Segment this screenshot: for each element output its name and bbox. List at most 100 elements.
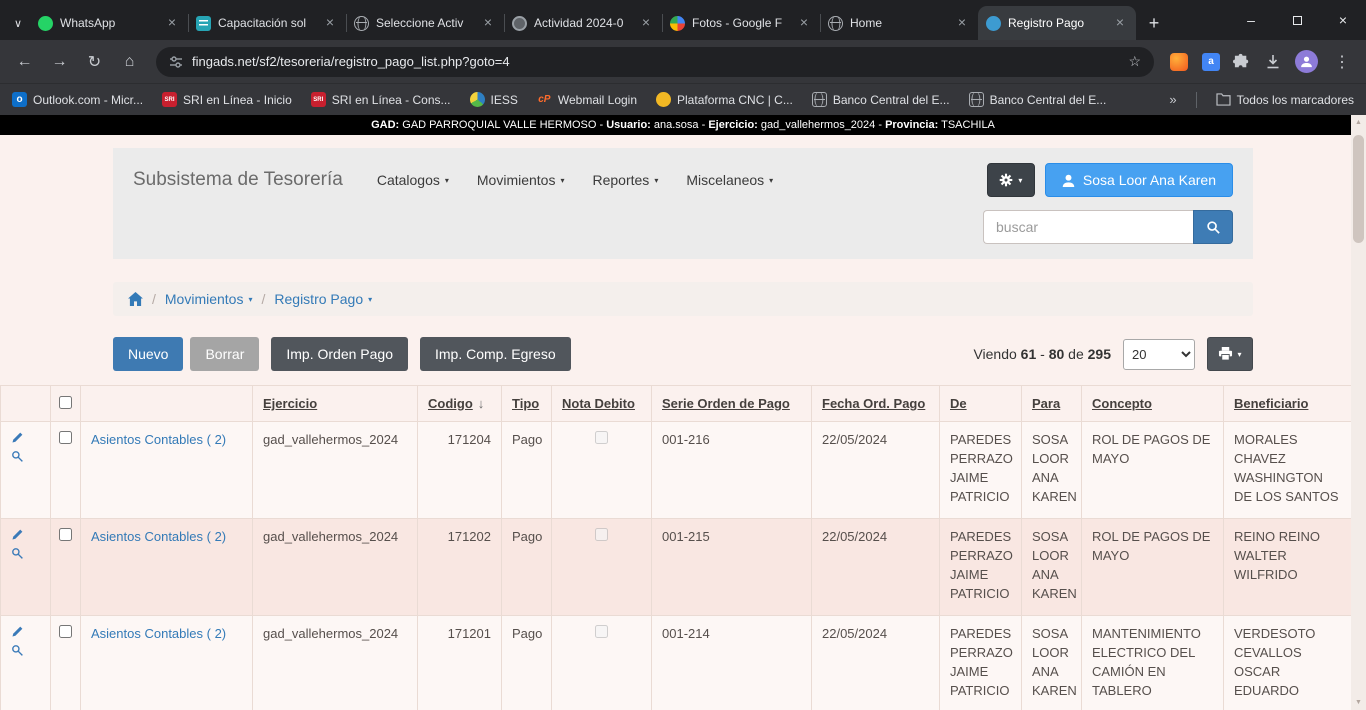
header-fecha[interactable]: Fecha Ord. Pago xyxy=(812,386,940,422)
breadcrumb-registro-pago[interactable]: Registro Pago▾ xyxy=(274,291,372,307)
user-button[interactable]: Sosa Loor Ana Karen xyxy=(1045,163,1233,197)
asientos-contables-link[interactable]: Asientos Contables ( 2) xyxy=(91,529,226,544)
nuevo-button[interactable]: Nuevo xyxy=(113,337,183,371)
bookmark-label: Outlook.com - Micr... xyxy=(33,93,143,107)
bookmark-outlook[interactable]: o Outlook.com - Micr... xyxy=(12,92,143,107)
bookmark-star-icon[interactable]: ☆ xyxy=(1128,53,1141,70)
search-button[interactable] xyxy=(1193,210,1233,244)
downloads-icon[interactable] xyxy=(1264,53,1282,71)
tab-close-icon[interactable]: × xyxy=(954,15,970,31)
tab-search-chevron-icon[interactable]: ∨ xyxy=(6,6,30,40)
edit-icon[interactable] xyxy=(11,528,24,547)
bookmark-sri-inicio[interactable]: SRI SRI en Línea - Inicio xyxy=(162,92,292,107)
chevron-down-icon: ▾ xyxy=(248,295,252,304)
list-favicon xyxy=(196,16,211,31)
cell-codigo: 171201 xyxy=(418,616,502,710)
scroll-down-icon[interactable]: ▼ xyxy=(1351,695,1366,710)
all-bookmarks-button[interactable]: Todos los marcadores xyxy=(1216,93,1354,107)
tab-registro-pago[interactable]: Registro Pago × xyxy=(978,6,1136,40)
bookmark-sri-consultas[interactable]: SRI SRI en Línea - Cons... xyxy=(311,92,451,107)
header-ejercicio[interactable]: Ejercicio xyxy=(253,386,418,422)
window-maximize-button[interactable] xyxy=(1274,0,1320,40)
tab-close-icon[interactable]: × xyxy=(164,15,180,31)
extensions-puzzle-icon[interactable] xyxy=(1233,52,1252,71)
header-serie[interactable]: Serie Orden de Pago xyxy=(652,386,812,422)
cell-ejercicio: gad_vallehermos_2024 xyxy=(253,519,418,616)
bookmarks-overflow-icon[interactable]: » xyxy=(1169,92,1176,107)
row-checkbox[interactable] xyxy=(59,528,72,541)
view-icon[interactable] xyxy=(11,547,24,566)
table-header-row: Ejercicio Codigo↓ Tipo Nota Debito Serie… xyxy=(1,386,1352,422)
asientos-contables-link[interactable]: Asientos Contables ( 2) xyxy=(91,432,226,447)
menu-reportes[interactable]: Reportes▾ xyxy=(593,172,659,188)
bookmark-iess[interactable]: IESS xyxy=(470,92,518,107)
tab-close-icon[interactable]: × xyxy=(638,15,654,31)
search-icon xyxy=(1206,220,1221,235)
imp-orden-pago-button[interactable]: Imp. Orden Pago xyxy=(271,337,408,371)
window-minimize-button[interactable]: – xyxy=(1228,0,1274,40)
edit-icon[interactable] xyxy=(11,625,24,644)
row-checkbox[interactable] xyxy=(59,431,72,444)
row-select-cell xyxy=(51,616,81,710)
header-para[interactable]: Para xyxy=(1022,386,1082,422)
tabs: WhatsApp × Capacitación sol × Seleccione… xyxy=(30,6,1168,40)
bookmark-label: Banco Central del E... xyxy=(990,93,1107,107)
menu-movimientos[interactable]: Movimientos▾ xyxy=(477,172,565,188)
scrollbar-thumb[interactable] xyxy=(1353,135,1364,243)
edit-icon[interactable] xyxy=(11,431,24,450)
search-input[interactable] xyxy=(983,210,1193,244)
tab-close-icon[interactable]: × xyxy=(796,15,812,31)
profile-avatar[interactable] xyxy=(1295,50,1318,73)
tab-fotos[interactable]: Fotos - Google F × xyxy=(662,6,820,40)
home-breadcrumb-icon[interactable] xyxy=(128,292,143,306)
page-scrollbar[interactable]: ▲ ▼ xyxy=(1351,115,1366,710)
bookmark-banco-central-1[interactable]: Banco Central del E... xyxy=(812,92,950,107)
bookmark-banco-central-2[interactable]: Banco Central del E... xyxy=(969,92,1107,107)
header-concepto[interactable]: Concepto xyxy=(1082,386,1224,422)
cell-beneficiario: REINO REINO WALTER WILFRIDO xyxy=(1224,519,1352,616)
header-nota-debito[interactable]: Nota Debito xyxy=(552,386,652,422)
header-de[interactable]: De xyxy=(940,386,1022,422)
tab-home[interactable]: Home × xyxy=(820,6,978,40)
header-beneficiario[interactable]: Beneficiario xyxy=(1224,386,1352,422)
cell-de: PAREDES PERRAZO JAIME PATRICIO xyxy=(940,422,1022,519)
tab-close-icon[interactable]: × xyxy=(480,15,496,31)
select-all-checkbox[interactable] xyxy=(59,396,72,409)
tab-close-icon[interactable]: × xyxy=(322,15,338,31)
bookmark-cnc[interactable]: Plataforma CNC | C... xyxy=(656,92,793,107)
print-button[interactable]: ▾ xyxy=(1207,337,1253,371)
new-tab-button[interactable]: + xyxy=(1140,9,1168,37)
breadcrumb-movimientos[interactable]: Movimientos▾ xyxy=(165,291,253,307)
row-checkbox[interactable] xyxy=(59,625,72,638)
site-settings-tune-icon[interactable] xyxy=(169,55,183,69)
header-tipo[interactable]: Tipo xyxy=(502,386,552,422)
translate-icon[interactable] xyxy=(1202,53,1220,71)
borrar-button[interactable]: Borrar xyxy=(190,337,259,371)
menu-catalogos[interactable]: Catalogos▾ xyxy=(377,172,449,188)
reload-button[interactable]: ↻ xyxy=(78,45,111,78)
extension-icon-orange[interactable] xyxy=(1170,53,1188,71)
forward-button[interactable]: → xyxy=(43,45,76,78)
window-close-button[interactable]: × xyxy=(1320,0,1366,40)
view-icon[interactable] xyxy=(11,450,24,469)
tab-whatsapp[interactable]: WhatsApp × xyxy=(30,6,188,40)
home-button[interactable]: ⌂ xyxy=(113,45,146,78)
scroll-up-icon[interactable]: ▲ xyxy=(1351,115,1366,130)
view-icon[interactable] xyxy=(11,644,24,663)
asientos-contables-link[interactable]: Asientos Contables ( 2) xyxy=(91,626,226,641)
menu-miscelaneos[interactable]: Miscelaneos▾ xyxy=(686,172,773,188)
browser-menu-icon[interactable]: ⋮ xyxy=(1326,52,1358,72)
address-bar[interactable]: fingads.net/sf2/tesoreria/registro_pago_… xyxy=(156,47,1154,77)
header-codigo[interactable]: Codigo↓ xyxy=(418,386,502,422)
settings-gear-button[interactable]: ▾ xyxy=(987,163,1035,197)
imp-comp-egreso-button[interactable]: Imp. Comp. Egreso xyxy=(420,337,571,371)
back-button[interactable]: ← xyxy=(8,45,41,78)
bookmark-webmail[interactable]: cP Webmail Login xyxy=(537,92,637,107)
all-bookmarks-label: Todos los marcadores xyxy=(1237,93,1354,107)
tab-actividad[interactable]: Actividad 2024-0 × xyxy=(504,6,662,40)
tab-capacitacion[interactable]: Capacitación sol × xyxy=(188,6,346,40)
page-size-select[interactable]: 20 xyxy=(1123,339,1195,370)
cell-concepto: MANTENIMIENTO ELECTRICO DEL CAMIÓN EN TA… xyxy=(1082,616,1224,710)
tab-close-icon[interactable]: × xyxy=(1112,15,1128,31)
tab-seleccione-activ[interactable]: Seleccione Activ × xyxy=(346,6,504,40)
